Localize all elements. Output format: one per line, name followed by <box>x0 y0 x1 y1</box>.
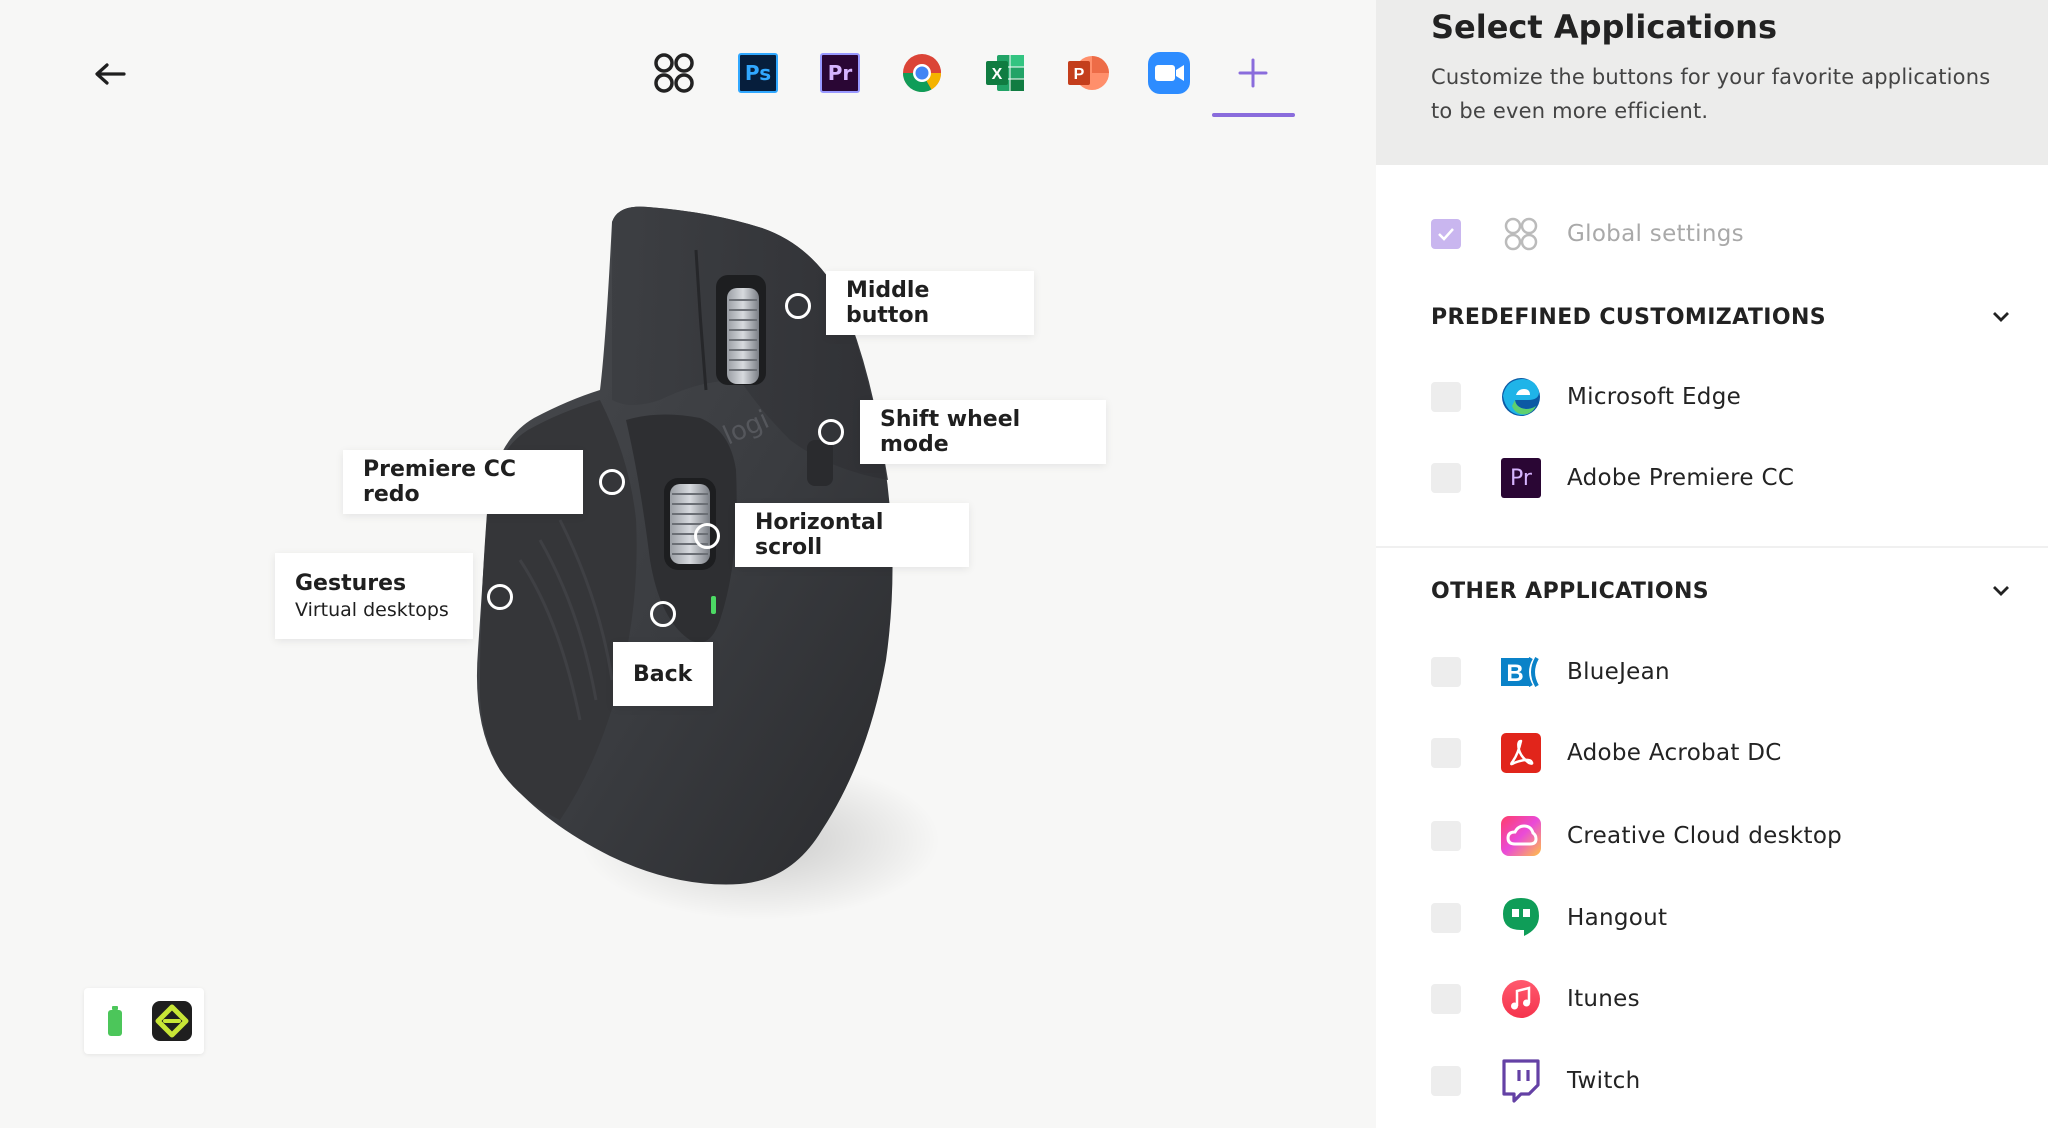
four-circles-icon <box>654 53 694 93</box>
row-hangout[interactable]: Hangout <box>1431 893 2011 943</box>
row-twitch[interactable]: Twitch <box>1431 1056 2011 1106</box>
svg-text:logi: logi <box>719 405 774 451</box>
svg-text:P: P <box>1074 66 1085 83</box>
hangouts-icon <box>1499 896 1543 940</box>
hotspot-gestures[interactable] <box>487 584 513 610</box>
row-itunes[interactable]: Itunes <box>1431 974 2011 1024</box>
device-status <box>84 988 204 1054</box>
checkbox[interactable] <box>1431 463 1461 493</box>
hotspot-horizontal-scroll[interactable] <box>694 523 720 549</box>
hotspot-back[interactable] <box>650 601 676 627</box>
global-settings-checkbox[interactable] <box>1431 219 1461 249</box>
checkbox[interactable] <box>1431 984 1461 1014</box>
panel-header: Select Applications Customize the button… <box>1376 0 2048 165</box>
chevron-down-icon <box>1993 586 2009 596</box>
checkbox[interactable] <box>1431 657 1461 687</box>
section-divider <box>1376 546 2048 548</box>
creative-cloud-icon <box>1499 814 1543 858</box>
flow-icon[interactable] <box>152 1001 192 1041</box>
battery-icon[interactable] <box>106 1005 124 1037</box>
checkbox[interactable] <box>1431 903 1461 933</box>
hotspot-premiere-redo[interactable] <box>599 469 625 495</box>
mouse-illustration: logi Middle button Shift wheel mode Prem… <box>0 0 1376 1128</box>
mouse-config-area: Ps Pr X P logi Middle button Shift wheel… <box>0 0 1376 1128</box>
predefined-customizations-header[interactable]: PREDEFINED CUSTOMIZATIONS <box>1431 297 2011 337</box>
svg-text:B: B <box>1506 660 1523 687</box>
global-settings-label: Global settings <box>1567 221 1744 247</box>
row-bluejean[interactable]: B BlueJean <box>1431 647 2011 697</box>
powerpoint-icon: P <box>1068 56 1109 90</box>
row-microsoft-edge[interactable]: Microsoft Edge <box>1431 372 2011 422</box>
other-applications-header[interactable]: OTHER APPLICATIONS <box>1431 571 2011 611</box>
row-creative-cloud[interactable]: Creative Cloud desktop <box>1431 811 2011 861</box>
row-adobe-premiere[interactable]: Pr Adobe Premiere CC <box>1431 453 2011 503</box>
app-excel[interactable]: X <box>980 48 1030 98</box>
callout-back[interactable]: Back <box>613 642 713 706</box>
itunes-icon <box>1499 977 1543 1021</box>
edge-icon <box>1499 375 1543 419</box>
twitch-icon <box>1499 1059 1543 1103</box>
zoom-icon <box>1148 52 1190 94</box>
application-bar: Ps Pr X P <box>0 0 1376 130</box>
premiere-icon: Pr <box>1499 456 1543 500</box>
checkbox[interactable] <box>1431 821 1461 851</box>
checkbox[interactable] <box>1431 382 1461 412</box>
app-chrome[interactable] <box>897 48 947 98</box>
chrome-icon <box>902 54 942 93</box>
row-global-settings[interactable]: Global settings <box>1431 209 2011 259</box>
photoshop-icon: Ps <box>738 53 778 93</box>
checkbox[interactable] <box>1431 738 1461 768</box>
app-global-settings[interactable] <box>649 48 699 98</box>
hotspot-shift-wheel[interactable] <box>818 419 844 445</box>
mouse-image: logi <box>476 206 940 920</box>
plus-icon <box>1238 58 1268 88</box>
row-adobe-acrobat[interactable]: Adobe Acrobat DC <box>1431 728 2011 778</box>
panel-subtitle: Customize the buttons for your favorite … <box>1431 65 1991 123</box>
callout-shift-wheel-mode[interactable]: Shift wheel mode <box>860 400 1106 464</box>
callout-premiere-redo[interactable]: Premiere CC redo <box>343 450 583 514</box>
app-powerpoint[interactable]: P <box>1062 48 1112 98</box>
app-premiere[interactable]: Pr <box>815 48 865 98</box>
callout-horizontal-scroll[interactable]: Horizontal scroll <box>735 503 969 567</box>
callout-middle-button[interactable]: Middle button <box>826 271 1034 335</box>
checkbox[interactable] <box>1431 1066 1461 1096</box>
panel-title: Select Applications <box>1431 8 1777 46</box>
add-application-button[interactable] <box>1228 48 1278 98</box>
hotspot-middle-button[interactable] <box>785 293 811 319</box>
four-circles-icon <box>1499 212 1543 256</box>
excel-icon: X <box>986 55 1024 91</box>
callout-gestures[interactable]: Gestures Virtual desktops <box>275 553 473 639</box>
app-photoshop[interactable]: Ps <box>733 48 783 98</box>
app-zoom[interactable] <box>1144 48 1194 98</box>
checkmark-icon <box>1438 228 1454 241</box>
active-tab-indicator <box>1212 113 1295 117</box>
acrobat-icon <box>1499 731 1543 775</box>
premiere-icon: Pr <box>820 53 860 93</box>
svg-text:X: X <box>992 66 1003 83</box>
bluejeans-icon: B <box>1499 650 1543 694</box>
chevron-down-icon <box>1993 312 2009 322</box>
select-applications-panel: Select Applications Customize the button… <box>1376 0 2048 1128</box>
